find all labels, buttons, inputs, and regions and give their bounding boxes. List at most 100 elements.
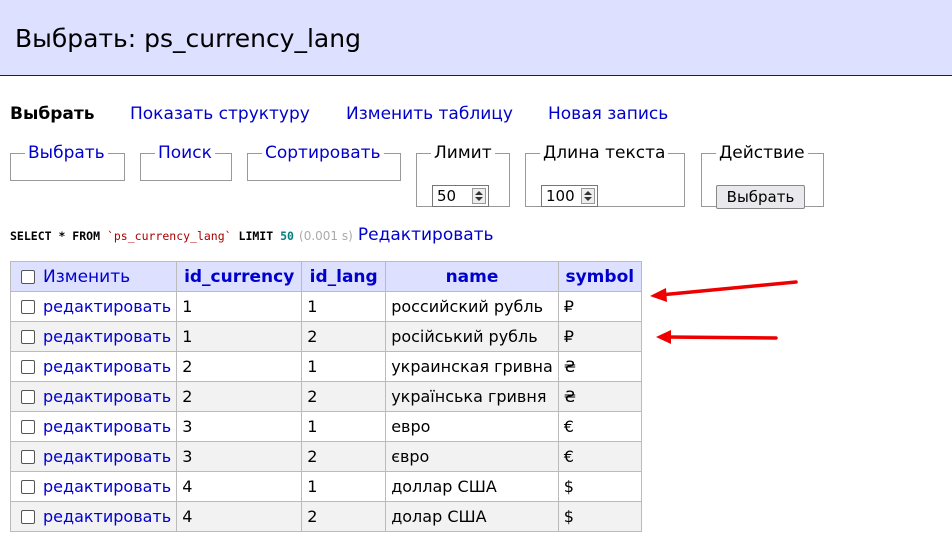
row-edit-link[interactable]: редактировать bbox=[43, 357, 171, 376]
cell-id-currency: 1 bbox=[176, 321, 303, 352]
cell-id-currency: 1 bbox=[176, 291, 303, 322]
text-length-value: 100 bbox=[546, 187, 575, 205]
sort-box: Сортировать bbox=[247, 143, 401, 181]
cell-id-lang: 2 bbox=[301, 381, 387, 412]
column-header-id-lang[interactable]: id_lang bbox=[301, 261, 387, 292]
cell-id-lang: 2 bbox=[301, 501, 387, 532]
row-select-cell: редактировать bbox=[9, 321, 178, 352]
page-title: Выбрать: ps_currency_lang bbox=[15, 24, 361, 53]
search-toggle[interactable]: Поиск bbox=[155, 143, 215, 163]
results-table: Изменить id_currency id_lang name symbol… bbox=[9, 261, 642, 532]
cell-id-currency: 3 bbox=[176, 441, 303, 472]
sql-select-keyword: SELECT * FROM bbox=[10, 229, 101, 243]
row-select-cell: редактировать bbox=[9, 381, 178, 412]
action-label: Действие bbox=[719, 143, 805, 163]
red-arrow-2 bbox=[656, 330, 778, 344]
text-length-input[interactable]: 100 bbox=[541, 185, 598, 207]
row-edit-link[interactable]: редактировать bbox=[43, 327, 171, 346]
row-select-cell: редактировать bbox=[9, 471, 178, 502]
page-header: Выбрать: ps_currency_lang bbox=[0, 0, 952, 76]
row-edit-link[interactable]: редактировать bbox=[43, 477, 171, 496]
cell-symbol: ₴ bbox=[557, 381, 642, 412]
nav-show-structure-link[interactable]: Показать структуру bbox=[130, 104, 310, 124]
column-header-id-currency[interactable]: id_currency bbox=[176, 261, 303, 292]
row-select-cell: редактировать bbox=[9, 441, 178, 472]
cell-name: евро bbox=[385, 411, 559, 442]
select-submit-button[interactable]: Выбрать bbox=[716, 185, 805, 209]
cell-name: українська гривня bbox=[385, 381, 559, 412]
limit-input[interactable]: 50 bbox=[432, 185, 489, 207]
cell-id-lang: 1 bbox=[301, 411, 387, 442]
sort-toggle[interactable]: Сортировать bbox=[262, 143, 384, 163]
table-header-row: Изменить id_currency id_lang name symbol bbox=[9, 261, 642, 292]
cell-name: російський рубль bbox=[385, 321, 559, 352]
row-checkbox[interactable] bbox=[21, 510, 35, 524]
select-columns-toggle[interactable]: Выбрать bbox=[25, 143, 108, 163]
table-row: редактировать 3 1 евро € bbox=[9, 411, 642, 442]
select-all-checkbox[interactable] bbox=[21, 269, 35, 284]
sql-limit-value: 50 bbox=[280, 229, 294, 243]
table-body: редактировать 1 1 российский рубль ₽ редактир… bbox=[9, 291, 642, 532]
row-select-cell: редактировать bbox=[9, 351, 178, 382]
cell-symbol: $ bbox=[557, 501, 642, 532]
red-arrow-1 bbox=[650, 280, 798, 302]
text-length-spinner[interactable] bbox=[581, 188, 595, 204]
limit-value: 50 bbox=[437, 187, 457, 205]
cell-id-currency: 2 bbox=[176, 381, 303, 412]
cell-symbol: ₽ bbox=[557, 291, 642, 322]
limit-label: Лимит bbox=[434, 143, 492, 163]
select-columns-box: Выбрать bbox=[10, 143, 125, 181]
cell-id-lang: 1 bbox=[301, 351, 387, 382]
edit-query-link[interactable]: Редактировать bbox=[358, 225, 494, 245]
cell-symbol: ₴ bbox=[557, 351, 642, 382]
cell-name: доллар США bbox=[385, 471, 559, 502]
table-row: редактировать 1 1 российский рубль ₽ bbox=[9, 291, 642, 322]
nav-select-active: Выбрать bbox=[10, 104, 95, 124]
column-header-name[interactable]: name bbox=[385, 261, 559, 292]
limit-box: Лимит 50 bbox=[416, 143, 510, 207]
cell-id-lang: 1 bbox=[301, 471, 387, 502]
sql-limit-keyword: LIMIT bbox=[238, 229, 274, 243]
table-row: редактировать 2 2 українська гривня ₴ bbox=[9, 381, 642, 412]
cell-name: долар США bbox=[385, 501, 559, 532]
spin-down-icon[interactable] bbox=[475, 197, 483, 201]
nav-new-record-link[interactable]: Новая запись bbox=[548, 104, 668, 124]
cell-id-currency: 2 bbox=[176, 351, 303, 382]
row-checkbox[interactable] bbox=[21, 300, 35, 314]
row-checkbox[interactable] bbox=[21, 360, 35, 374]
row-edit-link[interactable]: редактировать bbox=[43, 297, 171, 316]
row-edit-link[interactable]: редактировать bbox=[43, 387, 171, 406]
column-header-symbol[interactable]: symbol bbox=[557, 261, 642, 292]
row-edit-link[interactable]: редактировать bbox=[43, 417, 171, 436]
row-select-cell: редактировать bbox=[9, 411, 178, 442]
spin-down-icon[interactable] bbox=[584, 197, 592, 201]
select-all-edit-link[interactable]: Изменить bbox=[43, 267, 130, 287]
row-checkbox[interactable] bbox=[21, 480, 35, 494]
text-length-box: Длина текста 100 bbox=[525, 143, 685, 207]
table-row: редактировать 2 1 украинская гривна ₴ bbox=[9, 351, 642, 382]
row-checkbox[interactable] bbox=[21, 390, 35, 404]
limit-spinner[interactable] bbox=[472, 188, 486, 204]
select-all-header: Изменить bbox=[9, 261, 178, 292]
table-row: редактировать 1 2 російський рубль ₽ bbox=[9, 321, 642, 352]
cell-id-lang: 1 bbox=[301, 291, 387, 322]
row-checkbox[interactable] bbox=[21, 420, 35, 434]
spin-up-icon[interactable] bbox=[584, 191, 592, 195]
spin-up-icon[interactable] bbox=[475, 191, 483, 195]
nav-alter-table-link[interactable]: Изменить таблицу bbox=[346, 104, 513, 124]
cell-id-lang: 2 bbox=[301, 441, 387, 472]
cell-symbol: € bbox=[557, 441, 642, 472]
row-checkbox[interactable] bbox=[21, 450, 35, 464]
cell-id-currency: 4 bbox=[176, 501, 303, 532]
sql-query-line: SELECT * FROM `ps_currency_lang` LIMIT 5… bbox=[10, 225, 494, 245]
cell-symbol: $ bbox=[557, 471, 642, 502]
row-select-cell: редактировать bbox=[9, 501, 178, 532]
row-edit-link[interactable]: редактировать bbox=[43, 507, 171, 526]
row-checkbox[interactable] bbox=[21, 330, 35, 344]
search-box: Поиск bbox=[140, 143, 232, 181]
cell-name: российский рубль bbox=[385, 291, 559, 322]
text-length-label: Длина текста bbox=[543, 143, 666, 163]
row-edit-link[interactable]: редактировать bbox=[43, 447, 171, 466]
cell-id-lang: 2 bbox=[301, 321, 387, 352]
cell-symbol: € bbox=[557, 411, 642, 442]
